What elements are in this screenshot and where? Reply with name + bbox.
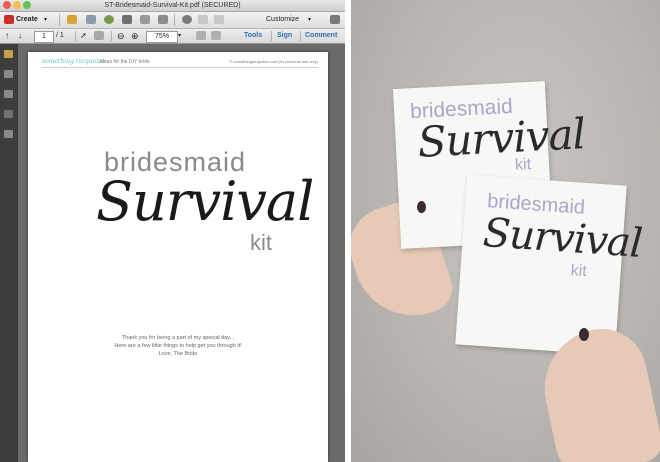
header-divider	[42, 67, 318, 68]
title-survival-script: Survival	[96, 170, 314, 233]
message-line-1: Thank you for being a part of my special…	[121, 335, 235, 341]
main-toolbar: Create ▾ Customize ▾	[0, 12, 345, 29]
page-thumbnails-icon[interactable]	[4, 70, 13, 78]
print-icon[interactable]	[122, 15, 132, 24]
email-icon[interactable]	[158, 15, 168, 24]
header-copyright: © somethingturquoise.com (for personal u…	[229, 59, 318, 64]
zoom-out-icon[interactable]: ⊖	[117, 29, 125, 43]
message-line-3: Love, The Bride	[158, 351, 198, 357]
toolbar-separator	[75, 31, 76, 41]
signatures-icon[interactable]	[4, 130, 13, 138]
window-titlebar: ST-Bridesmaid-Survival-Kit.pdf (SECURED)	[0, 0, 345, 12]
next-page-icon[interactable]: ↓	[18, 29, 22, 43]
toolbar-separator	[300, 31, 301, 41]
page-number-input[interactable]: 1	[34, 31, 54, 43]
pdf-viewer-window: ST-Bridesmaid-Survival-Kit.pdf (SECURED)…	[0, 0, 345, 462]
toolbar-separator	[59, 14, 60, 26]
card-front-survival-script: Survival	[481, 209, 644, 267]
zoom-level-input[interactable]: 75%	[146, 31, 178, 43]
select-arrow-icon[interactable]: ➚	[80, 29, 87, 43]
create-button[interactable]: Create	[16, 13, 38, 27]
title-kit: kit	[250, 230, 272, 255]
card-back-kit: kit	[514, 155, 532, 174]
comment-tab[interactable]: Comment	[305, 29, 337, 43]
card-front-kit: kit	[570, 262, 588, 281]
bookmarks-icon[interactable]	[4, 90, 13, 98]
attachments-icon[interactable]	[4, 110, 13, 118]
edit-icon[interactable]	[140, 15, 150, 24]
lock-icon[interactable]	[4, 50, 13, 58]
document-pane[interactable]: something turquoise ideas for the DIY br…	[18, 44, 345, 462]
toolbar-separator	[111, 31, 112, 41]
fit-page-icon[interactable]	[196, 31, 206, 40]
window-title: ST-Bridesmaid-Survival-Kit.pdf (SECURED)	[104, 2, 241, 9]
sign-tab[interactable]: Sign	[277, 29, 292, 43]
navigation-sidebar	[0, 44, 18, 462]
zoom-dropdown-icon[interactable]: ▾	[178, 29, 181, 43]
toolbar-separator	[174, 14, 175, 26]
toolbar-separator	[271, 31, 272, 41]
zoom-in-icon[interactable]: ⊕	[131, 29, 139, 43]
page-toolbar: ↑ ↓ 1 / 1 ➚ ⊖ ⊕ 75% ▾ Tools Sign Comment	[0, 29, 345, 44]
fullscreen-icon[interactable]	[330, 15, 340, 24]
header-logo: something turquoise	[42, 58, 105, 65]
message-line-2: Here are a few little things to help get…	[114, 343, 242, 349]
hand-tool-icon[interactable]	[94, 31, 104, 40]
page-total-label: / 1	[56, 32, 64, 39]
settings-gear-icon[interactable]	[182, 15, 192, 24]
create-icon	[4, 15, 14, 24]
cards-photo: bridesmaid Survival kit bridesmaid Survi…	[351, 0, 660, 462]
header-tagline: ideas for the DIY bride	[100, 59, 150, 65]
open-folder-icon[interactable]	[67, 15, 77, 24]
customize-button[interactable]: Customize	[266, 13, 299, 27]
stamp-icon[interactable]	[214, 15, 224, 24]
create-dropdown-icon[interactable]: ▾	[44, 13, 47, 27]
fit-width-icon[interactable]	[211, 31, 221, 40]
prev-page-icon[interactable]: ↑	[5, 29, 9, 43]
tools-tab[interactable]: Tools	[244, 29, 262, 43]
cloud-share-icon[interactable]	[104, 15, 114, 24]
customize-dropdown-icon[interactable]: ▾	[308, 13, 311, 27]
finger-nail	[579, 328, 589, 341]
pdf-page: something turquoise ideas for the DIY br…	[28, 52, 328, 462]
comment-bubble-icon[interactable]	[198, 15, 208, 24]
save-icon[interactable]	[86, 15, 96, 24]
card-back-survival-script: Survival	[416, 109, 587, 167]
thumb-nail	[417, 201, 426, 213]
